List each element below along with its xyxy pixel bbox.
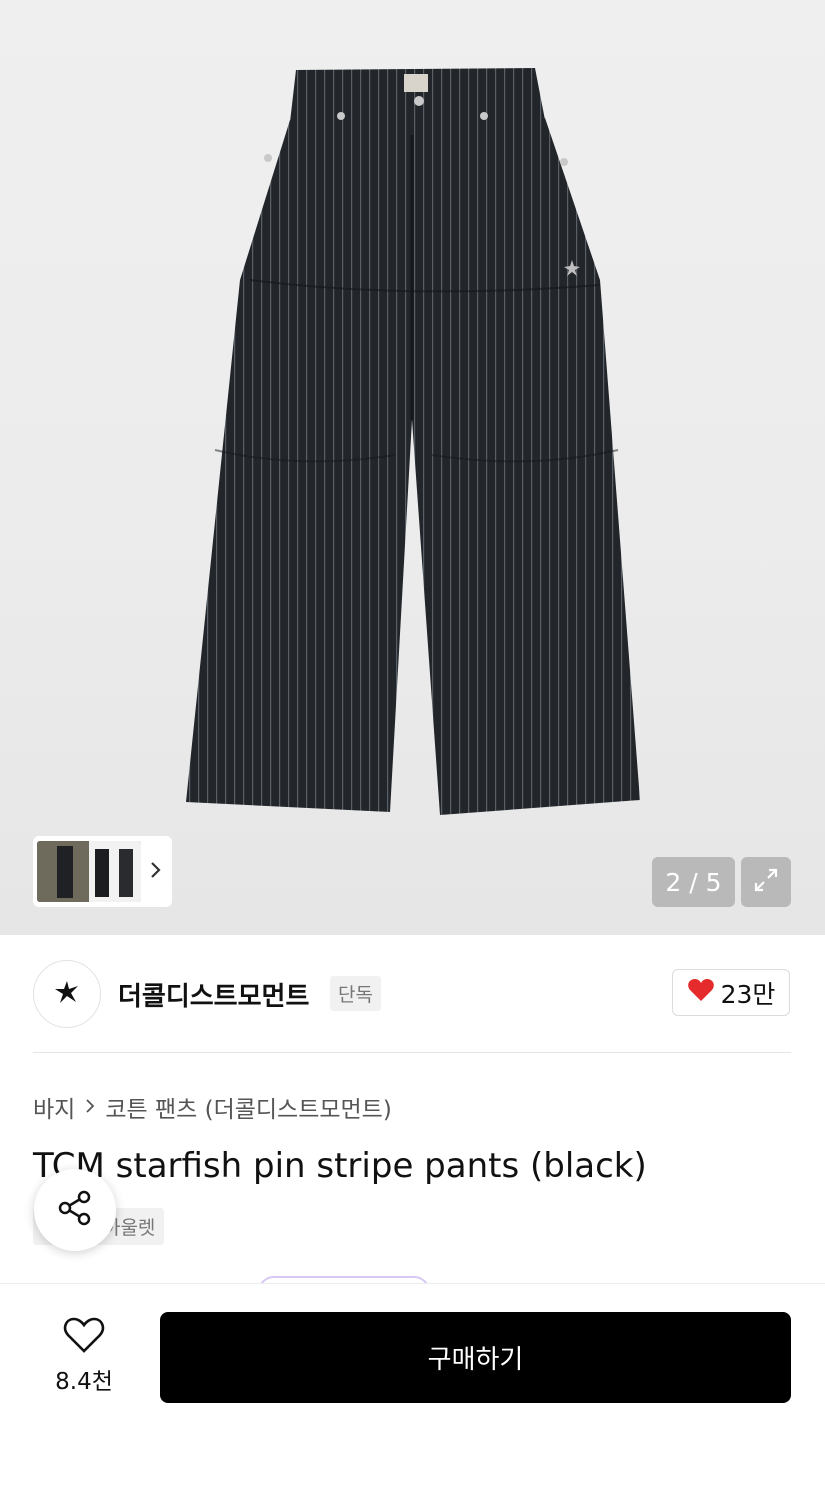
thumbnail-strip[interactable] (33, 836, 172, 907)
starfish-icon (52, 977, 82, 1011)
share-button[interactable] (34, 1169, 116, 1251)
breadcrumb-category[interactable]: 바지 (33, 1090, 75, 1124)
brand-logo[interactable] (33, 960, 101, 1028)
expand-button[interactable] (741, 857, 791, 907)
brand-like-count: 23만 (720, 979, 776, 1009)
bottom-action-bar: 8.4천 구매하기 (0, 1283, 825, 1501)
share-icon (55, 1188, 95, 1232)
wishlist-button[interactable]: 8.4천 (48, 1316, 120, 1396)
brand-row: 더콜디스트모먼트 단독 23만 (0, 958, 825, 1030)
expand-icon (751, 865, 781, 899)
image-counter: 2 / 5 (652, 857, 735, 907)
breadcrumb-subcategory[interactable]: 코튼 팬츠 (더콜디스트모먼트) (105, 1090, 392, 1124)
divider (33, 1052, 791, 1053)
exclusive-tag: 단독 (330, 976, 381, 1011)
brand-like-button[interactable]: 23만 (672, 969, 790, 1016)
wishlist-count: 8.4천 (55, 1369, 113, 1395)
heart-outline-icon (63, 1317, 105, 1358)
chevron-right-icon[interactable] (149, 860, 163, 884)
brand-name[interactable]: 더콜디스트모먼트 (118, 976, 309, 1013)
heart-filled-icon (687, 977, 715, 1009)
chevron-right-icon (85, 1094, 95, 1120)
product-image-gallery[interactable]: 2 / 5 (0, 0, 825, 935)
breadcrumb: 바지 코튼 팬츠 (더콜디스트모먼트) (33, 1090, 392, 1124)
product-image (186, 68, 640, 815)
product-title: TCM starfish pin stripe pants (black) (33, 1146, 647, 1186)
thumbnail-image[interactable] (37, 841, 141, 902)
buy-button[interactable]: 구매하기 (160, 1312, 791, 1403)
